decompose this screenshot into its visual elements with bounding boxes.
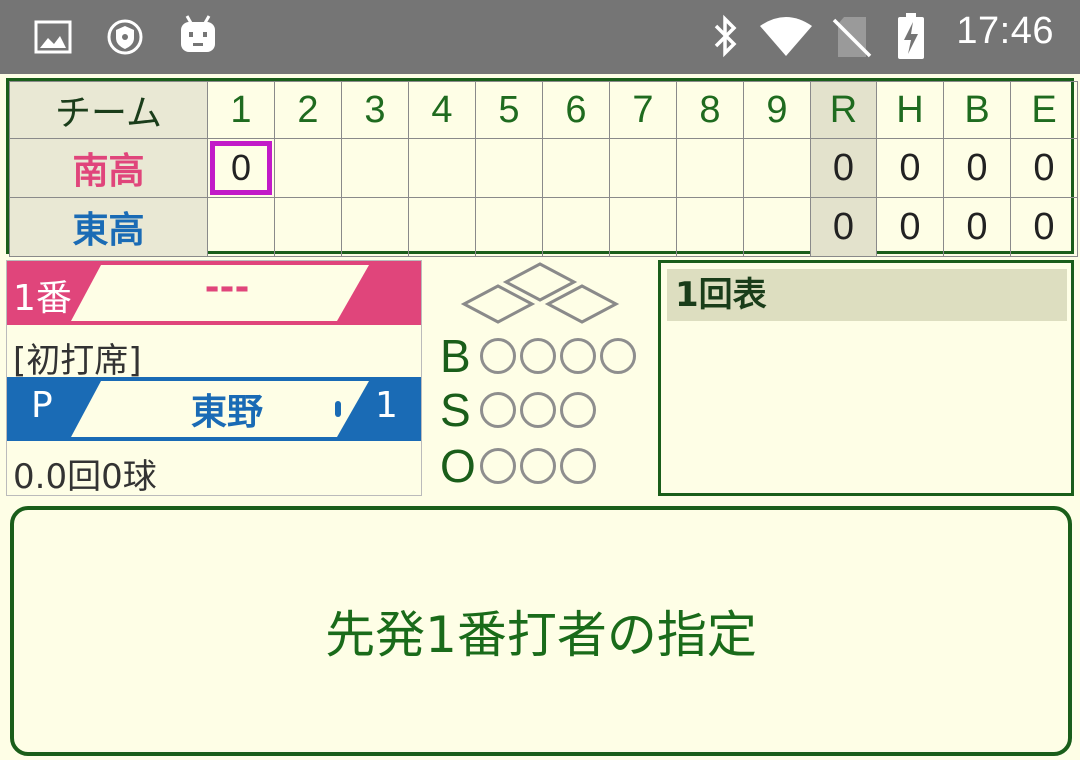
- out-indicator: [480, 448, 516, 484]
- batter-strip[interactable]: 1番 ---: [7, 261, 421, 325]
- inning-score[interactable]: [274, 197, 342, 257]
- scoreboard-row-south: 南高 0 0 0 0 0: [9, 138, 1078, 198]
- inning-score[interactable]: [408, 197, 476, 257]
- inning-header: 4: [408, 81, 476, 139]
- inning-header: 6: [542, 81, 610, 139]
- walks-total: 0: [943, 197, 1011, 257]
- inning-header: 5: [475, 81, 543, 139]
- errors-total: 0: [1010, 138, 1078, 198]
- inning-score[interactable]: [542, 197, 610, 257]
- inning-header: 8: [676, 81, 744, 139]
- inning-score[interactable]: [341, 197, 409, 257]
- strike-label: S: [440, 384, 471, 436]
- ball-indicator: [480, 338, 516, 374]
- inning-title: 1回表: [667, 269, 1067, 321]
- batter-pitcher-panel: 1番 --- [初打席] P 東野 1 0.0回0球: [6, 260, 422, 497]
- inning-header: 3: [341, 81, 409, 139]
- status-bar: 17:46: [0, 0, 1080, 74]
- inning-score[interactable]: [676, 197, 744, 257]
- inning-score[interactable]: [676, 138, 744, 198]
- inning-score[interactable]: [743, 197, 811, 257]
- inning-score[interactable]: [408, 138, 476, 198]
- out-indicator: [560, 448, 596, 484]
- inning-score: 0: [210, 141, 272, 195]
- no-sim-icon: [832, 14, 872, 64]
- pitcher-name: 東野: [190, 392, 263, 433]
- runs-total: 0: [810, 138, 877, 198]
- image-icon: [34, 20, 72, 58]
- pitcher-strip[interactable]: P 東野 1: [7, 377, 421, 441]
- inning-score[interactable]: [274, 138, 342, 198]
- inning-header: 2: [274, 81, 342, 139]
- inning-score[interactable]: [475, 197, 543, 257]
- bluetooth-icon: [708, 14, 742, 62]
- pitcher-stats: 0.0回0球: [13, 457, 157, 497]
- scoreboard-row-east: 東高 0 0 0 0: [9, 197, 1078, 257]
- wifi-icon: [758, 16, 814, 60]
- shield-icon: [106, 18, 144, 60]
- hits-header: H: [876, 81, 944, 139]
- current-inning-cell[interactable]: 0: [207, 138, 275, 198]
- errors-header: E: [1010, 81, 1078, 139]
- strike-indicator: [480, 392, 516, 428]
- android-icon: [178, 14, 218, 58]
- clock: 17:46: [956, 10, 1054, 52]
- inning-header: 1: [207, 81, 275, 139]
- strike-indicator: [560, 392, 596, 428]
- specify-leadoff-batter-button[interactable]: 先発1番打者の指定: [10, 506, 1072, 756]
- strike-indicator: [520, 392, 556, 428]
- inning-header: 7: [609, 81, 677, 139]
- batter-name: ---: [204, 267, 250, 308]
- inning-score[interactable]: [207, 197, 275, 257]
- errors-total: 0: [1010, 197, 1078, 257]
- inning-score[interactable]: [609, 138, 677, 198]
- hits-total: 0: [876, 138, 944, 198]
- team-name-south[interactable]: 南高: [9, 138, 208, 198]
- ball-indicator: [560, 338, 596, 374]
- bases-diamond: [452, 262, 628, 332]
- ball-indicator: [600, 338, 636, 374]
- battery-charging-icon: [896, 12, 926, 64]
- scoreboard-header: チーム 1 2 3 4 5 6 7 8 9 R H B E: [9, 81, 1078, 139]
- inning-score[interactable]: [609, 197, 677, 257]
- ball-indicator: [520, 338, 556, 374]
- team-header: チーム: [9, 81, 208, 139]
- play-log[interactable]: 1回表: [658, 260, 1074, 496]
- runs-total: 0: [810, 197, 877, 257]
- walks-header: B: [943, 81, 1011, 139]
- inning-score[interactable]: [475, 138, 543, 198]
- inning-score[interactable]: [341, 138, 409, 198]
- out-label: O: [440, 440, 476, 492]
- runs-header: R: [810, 81, 877, 139]
- hits-total: 0: [876, 197, 944, 257]
- out-indicator: [520, 448, 556, 484]
- pitcher-number: 1: [375, 385, 398, 426]
- pitcher-position: P: [31, 385, 53, 426]
- batting-order: 1番: [13, 278, 72, 319]
- inning-score[interactable]: [743, 138, 811, 198]
- scoreboard: チーム 1 2 3 4 5 6 7 8 9 R H B E 南高 0 0 0 0…: [6, 78, 1078, 257]
- ball-label: B: [440, 330, 471, 382]
- inning-score[interactable]: [542, 138, 610, 198]
- inning-header: 9: [743, 81, 811, 139]
- team-name-east[interactable]: 東高: [9, 197, 208, 257]
- walks-total: 0: [943, 138, 1011, 198]
- batter-note: [初打席]: [13, 341, 142, 381]
